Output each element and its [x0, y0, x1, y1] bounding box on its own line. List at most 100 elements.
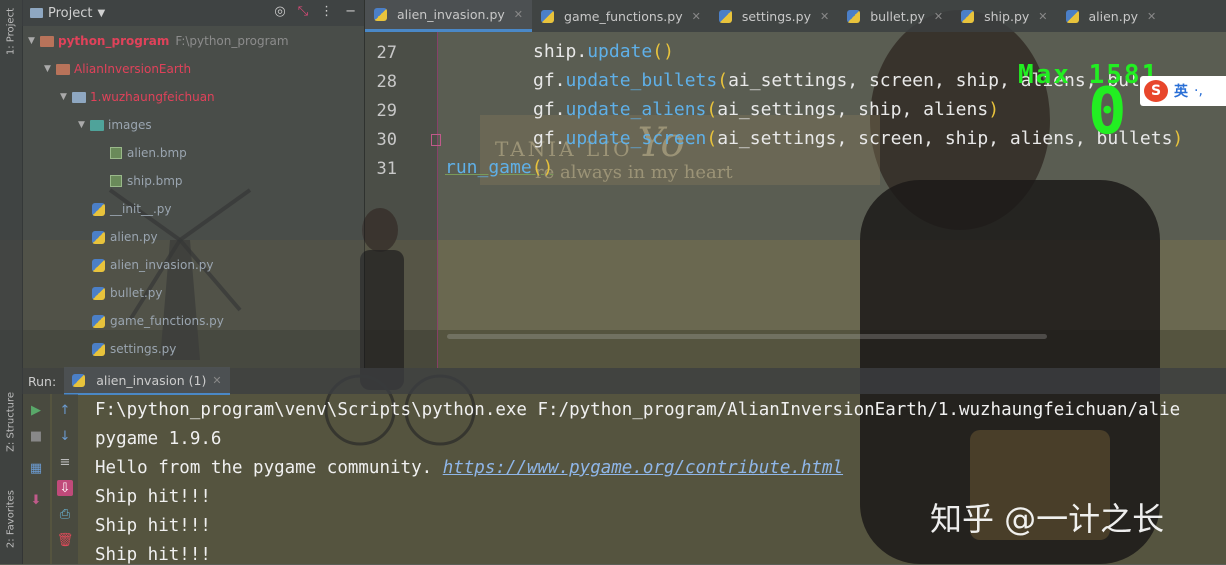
code-line-30[interactable]: gf.update_screen(ai_settings, screen, sh…	[533, 128, 1183, 149]
tree-item-init-py[interactable]: __init__.py	[92, 199, 172, 219]
close-icon[interactable]: ✕	[212, 374, 221, 387]
tree-item-alianinversionearth[interactable]: ▼ AlianInversionEarth	[44, 59, 191, 79]
console-line: Ship hit!!!	[95, 516, 211, 536]
close-icon[interactable]: ✕	[1038, 10, 1047, 23]
code-paren: (	[717, 70, 729, 91]
collapse-all-icon[interactable]: ⤡	[298, 4, 308, 19]
tree-item-game-functions-py[interactable]: game_functions.py	[92, 311, 224, 331]
python-file-icon	[718, 9, 732, 23]
editor-tab-settings[interactable]: settings.py ✕	[710, 0, 838, 32]
ime-language-toggle[interactable]: 英	[1174, 81, 1188, 101]
code-object: gf.	[533, 99, 566, 120]
editor-tab-alien[interactable]: alien.py ✕	[1057, 0, 1166, 32]
scroll-down-icon[interactable]: ↓	[57, 428, 73, 444]
close-icon[interactable]: ✕	[934, 10, 943, 23]
editor-tab-ship[interactable]: ship.py ✕	[952, 0, 1056, 32]
code-function: update_screen	[565, 128, 707, 149]
pygame-contribute-link[interactable]: https://www.pygame.org/contribute.html	[443, 458, 843, 478]
rerun-icon[interactable]: ▶	[28, 402, 44, 418]
locate-icon[interactable]: ◎	[274, 4, 285, 19]
close-icon[interactable]: ✕	[514, 8, 523, 21]
console-text: Hello from the pygame community.	[95, 458, 443, 478]
code-editor: alien_invasion.py ✕ game_functions.py ✕ …	[365, 0, 1226, 368]
console-line: F:\python_program\venv\Scripts\python.ex…	[95, 400, 1181, 420]
line-number: 31	[376, 159, 397, 179]
tree-item-label: ship.bmp	[127, 174, 183, 188]
fold-marker-icon[interactable]	[431, 134, 441, 146]
run-tab-alien-invasion[interactable]: alien_invasion (1) ✕	[64, 367, 230, 395]
stop-icon[interactable]: ■	[28, 428, 44, 444]
folder-icon	[90, 119, 104, 131]
favorites-tool-tab[interactable]: 2: Favorites	[2, 490, 20, 548]
horizontal-scrollbar[interactable]	[447, 334, 1047, 339]
sogou-logo-icon[interactable]: S	[1144, 80, 1168, 102]
run-tab-label: alien_invasion (1)	[96, 372, 207, 388]
settings-icon[interactable]: ⋮	[320, 4, 333, 19]
close-icon[interactable]: ✕	[692, 10, 701, 23]
pin-icon[interactable]: ⬇	[28, 492, 44, 508]
tree-item-label: alien_invasion.py	[110, 258, 214, 272]
project-panel-header: Project ▼ ◎ ⤡ ⋮ −	[22, 0, 364, 26]
scroll-up-icon[interactable]: ↑	[57, 402, 73, 418]
code-function: update_aliens	[565, 99, 707, 120]
python-file-icon	[961, 9, 975, 23]
expand-arrow-icon[interactable]: ▼	[60, 92, 72, 102]
expand-arrow-icon[interactable]: ▼	[78, 120, 90, 130]
console-line: pygame 1.9.6	[95, 429, 222, 449]
code-paren: (	[706, 128, 718, 149]
project-view-selector[interactable]: Project	[48, 6, 92, 21]
delete-icon[interactable]: 🗑	[57, 532, 74, 548]
code-line-29[interactable]: gf.update_aliens(ai_settings, ship, alie…	[533, 99, 999, 120]
python-file-icon	[847, 9, 861, 23]
hide-icon[interactable]: −	[345, 4, 356, 19]
editor-tab-game-functions[interactable]: game_functions.py ✕	[532, 0, 710, 32]
folder-icon	[40, 35, 54, 47]
soft-wrap-icon[interactable]: ≡	[57, 454, 73, 470]
tree-item-alien-py[interactable]: alien.py	[92, 227, 158, 247]
expand-arrow-icon[interactable]: ▼	[44, 64, 56, 74]
console-line: Ship hit!!!	[95, 487, 211, 507]
python-file-icon	[92, 314, 105, 328]
tree-item-path: F:\python_program	[175, 34, 289, 48]
tree-item-alien-bmp[interactable]: alien.bmp	[110, 143, 187, 163]
project-tool-tab[interactable]: 1: Project	[2, 8, 20, 55]
tree-item-python-program[interactable]: ▼ python_program F:\python_program	[28, 31, 289, 51]
python-file-icon	[374, 8, 387, 21]
expand-arrow-icon[interactable]: ▼	[28, 36, 40, 46]
ime-toolbar[interactable]: S 英 ·,	[1140, 76, 1226, 106]
console-line: Ship hit!!!	[95, 545, 211, 565]
code-function: update	[587, 41, 653, 62]
tree-item-bullet-py[interactable]: bullet.py	[92, 283, 163, 303]
tree-item-label: AlianInversionEarth	[74, 62, 192, 76]
tree-item-label: game_functions.py	[110, 314, 224, 328]
ime-punctuation-toggle[interactable]: ·,	[1194, 83, 1203, 99]
code-object: gf.	[533, 128, 566, 149]
editor-tab-bullet[interactable]: bullet.py ✕	[838, 0, 952, 32]
console-line: Hello from the pygame community. https:/…	[95, 458, 843, 478]
structure-tool-tab[interactable]: Z: Structure	[2, 392, 20, 452]
code-paren: ()	[531, 157, 554, 178]
tree-item-wuzhaungfeichuan[interactable]: ▼ 1.wuzhaungfeichuan	[60, 87, 215, 107]
code-line-31[interactable]: run_game()	[445, 157, 553, 178]
tree-item-images[interactable]: ▼ images	[78, 115, 152, 135]
tree-item-label: python_program	[58, 34, 170, 48]
tree-item-settings-py[interactable]: settings.py	[92, 339, 176, 359]
game-current-score: 0	[1088, 75, 1127, 149]
scroll-to-end-icon[interactable]: ⇩	[57, 480, 73, 496]
code-line-27[interactable]: ship.update()	[533, 41, 674, 62]
run-label: Run:	[28, 373, 57, 389]
editor-tab-label: ship.py	[984, 8, 1030, 24]
python-file-icon	[92, 342, 105, 356]
close-icon[interactable]: ✕	[820, 10, 829, 23]
tree-item-label: bullet.py	[110, 286, 163, 300]
tree-item-alien-invasion-py[interactable]: alien_invasion.py	[92, 255, 213, 275]
layout-icon[interactable]: ▦	[28, 460, 44, 476]
chevron-down-icon[interactable]: ▼	[97, 8, 105, 19]
editor-tab-alien-invasion[interactable]: alien_invasion.py ✕	[365, 0, 533, 32]
editor-tab-bar: alien_invasion.py ✕ game_functions.py ✕ …	[365, 0, 1226, 32]
code-function: run_game	[445, 157, 532, 178]
project-panel: Project ▼ ◎ ⤡ ⋮ − ▼ python_program F:\py…	[22, 0, 365, 368]
close-icon[interactable]: ✕	[1147, 10, 1156, 23]
print-icon[interactable]: ⎙	[57, 506, 73, 522]
tree-item-ship-bmp[interactable]: ship.bmp	[110, 171, 183, 191]
